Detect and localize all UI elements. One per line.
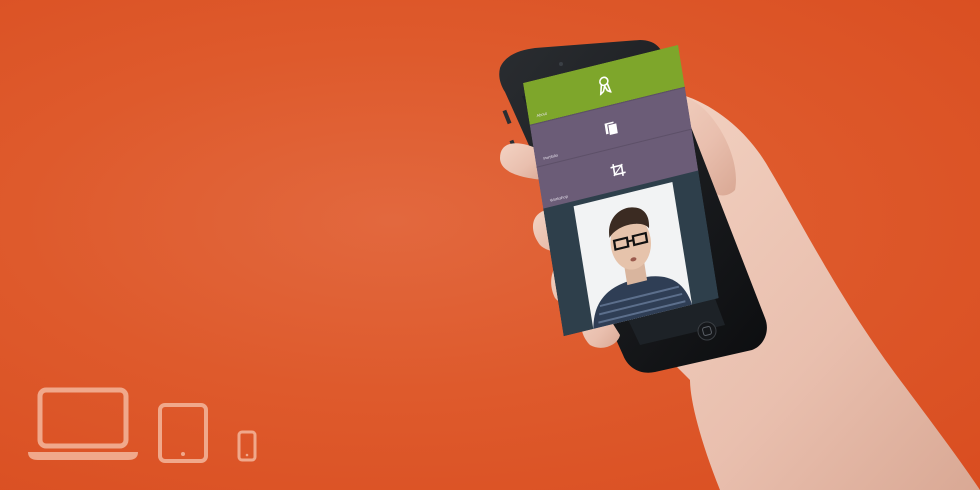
- hand-holding-phone: [499, 40, 980, 490]
- hero-banner: About Portfolio Workshop: [0, 0, 980, 490]
- menu-tile-label: About: [536, 110, 548, 119]
- documents-icon: [603, 121, 619, 136]
- crop-icon: [609, 163, 626, 177]
- menu-tile-label: Workshop: [549, 193, 569, 203]
- menu-tile-label: Portfolio: [542, 152, 559, 161]
- ribbon-icon: [598, 76, 612, 96]
